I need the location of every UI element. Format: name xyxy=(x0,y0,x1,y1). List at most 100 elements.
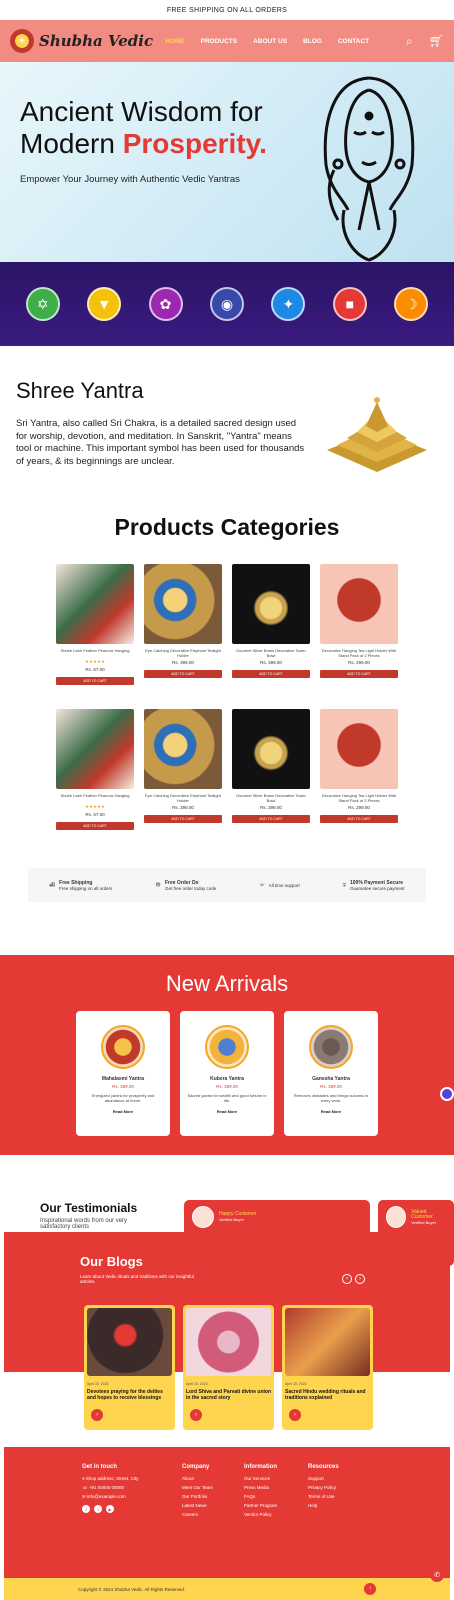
footer-phone[interactable]: +91 00000 00000 xyxy=(89,1485,124,1490)
categories-title: Products Categories xyxy=(114,514,340,540)
product-price: Rs. 299.00 xyxy=(348,660,370,665)
product-name: Gourmet Silver Brass Decorative Tower Bo… xyxy=(236,793,306,803)
footer-link[interactable]: Our Services xyxy=(244,1474,277,1483)
add-to-cart-button[interactable]: ADD TO CART xyxy=(144,815,222,823)
scroll-top-icon[interactable]: ↑ xyxy=(364,1583,376,1595)
facebook-icon[interactable]: f xyxy=(82,1505,90,1513)
add-to-cart-button[interactable]: ADD TO CART xyxy=(232,815,310,823)
phone-icon: ☏ xyxy=(82,1485,89,1490)
footer-link[interactable]: Press Media xyxy=(244,1483,277,1492)
announcement-bar: FREE SHIPPING ON ALL ORDERS xyxy=(0,0,454,20)
testimonial-name: Valued Customer xyxy=(411,1208,433,1220)
read-more-link[interactable]: Read More xyxy=(76,1109,170,1114)
chat-widget-icon[interactable] xyxy=(440,1087,454,1101)
support-icon: ☏ xyxy=(259,882,265,887)
crown-chakra-icon: ✿ xyxy=(148,287,183,321)
arrow-right-icon[interactable]: › xyxy=(190,1409,202,1421)
nav-home[interactable]: HOME xyxy=(165,38,185,45)
feature-text: Get free order today code xyxy=(164,885,217,891)
arrival-card[interactable]: Kubera Yantra Rs. 399.00 Sacred yantra for… xyxy=(180,1011,274,1136)
whatsapp-icon[interactable]: ✆ xyxy=(430,1568,444,1582)
footer-link[interactable]: Latest News xyxy=(182,1501,213,1510)
hero-banner: Ancient Wisdom for Modern Prosperity. Em… xyxy=(0,62,454,262)
blogs-title: Our Blogs xyxy=(80,1254,143,1269)
arrow-right-icon[interactable]: › xyxy=(289,1409,301,1421)
product-card[interactable]: Eye Catching Decorative Elephant Tealigh… xyxy=(144,564,222,709)
testimonials-subtitle: Inspirational words from our very satisf… xyxy=(40,1218,128,1230)
nav-icons: ⌕ 🛒︎ xyxy=(406,34,444,49)
footer-address: Shop address, Street, City xyxy=(85,1476,139,1481)
blog-title: Devotees praying for the deities and hop… xyxy=(87,1389,163,1401)
blogs-nav: ‹ › xyxy=(342,1274,365,1284)
footer-heading: Resources xyxy=(308,1464,339,1470)
arrival-card[interactable]: Ganesha Yantra Rs. 399.00 Removes obstacle… xyxy=(284,1011,378,1136)
blog-card[interactable]: April 15, 2024 Lord Shiva and Parvati div… xyxy=(183,1305,274,1430)
footer-link[interactable]: Help xyxy=(308,1501,339,1510)
next-arrow-icon[interactable]: › xyxy=(355,1274,365,1284)
read-more-link[interactable]: Read More xyxy=(180,1109,274,1114)
add-to-cart-button[interactable]: ADD TO CART xyxy=(144,670,222,678)
nav-contact[interactable]: CONTACT xyxy=(338,38,369,45)
footer-link[interactable]: Vendor Policy xyxy=(244,1510,277,1519)
footer-link[interactable]: Meet Our Team xyxy=(182,1483,213,1492)
page: FREE SHIPPING ON ALL ORDERS ☀ Shubha Ved… xyxy=(0,0,454,1600)
product-card[interactable]: Eye Catching Decorative Elephant Tealigh… xyxy=(144,709,222,854)
avatar xyxy=(192,1206,214,1228)
root-chakra-icon: ■ xyxy=(332,287,367,321)
footer-link[interactable]: Careers xyxy=(182,1510,213,1519)
product-card[interactable]: Decorative Hanging Tea Light Holder With… xyxy=(320,564,398,709)
twitter-icon[interactable]: t xyxy=(94,1505,102,1513)
truck-icon: 🚚︎ xyxy=(49,882,56,887)
product-card[interactable]: Gourmet Silver Brass Decorative Tower Bo… xyxy=(232,564,310,709)
product-card[interactable]: Decorative Hanging Tea Light Holder With… xyxy=(320,709,398,854)
nav-products[interactable]: PRODUCTS xyxy=(201,38,237,45)
feature-item: 🎁︎ Free Order Do Get free order today code xyxy=(155,880,216,891)
footer-contact: Get in touch ⌖ Shop address, Street, Cit… xyxy=(82,1463,138,1513)
footer-link[interactable]: Support xyxy=(308,1474,339,1483)
star-rating-icon: ★★★★★ xyxy=(84,804,106,809)
shree-yantra-image xyxy=(327,397,427,472)
footer-email[interactable]: info@example.com xyxy=(87,1494,126,1499)
arrow-right-icon[interactable]: › xyxy=(91,1409,103,1421)
product-card[interactable]: Shubh Labh Feather Peacock Hanging ★★★★★ R… xyxy=(56,709,134,854)
footer-link[interactable]: About xyxy=(182,1474,213,1483)
youtube-icon[interactable]: ▶ xyxy=(106,1505,114,1513)
product-image xyxy=(232,564,310,644)
product-card[interactable]: Gourmet Silver Brass Decorative Tower Bo… xyxy=(232,709,310,854)
logo[interactable]: ☀ Shubha Vedic xyxy=(10,29,153,53)
footer-heading: Information xyxy=(244,1464,277,1470)
add-to-cart-button[interactable]: ADD TO CART xyxy=(232,670,310,678)
product-card[interactable]: Shubh Labh Feather Peacock Hanging ★★★★★ R… xyxy=(56,564,134,709)
footer-link[interactable]: Our Portfolio xyxy=(182,1492,213,1501)
blog-card[interactable]: April 15, 2024 Devotees praying for the d… xyxy=(84,1305,175,1430)
arrival-card[interactable]: Mahalaxmi Yantra Rs. 399.00 Energized yant… xyxy=(76,1011,170,1136)
footer-company: Company About Meet Our Team Our Portfoli… xyxy=(182,1463,213,1519)
arrival-price: Rs. 399.00 xyxy=(320,1084,342,1089)
footer-link[interactable]: Terms of Use xyxy=(308,1492,339,1501)
footer-link[interactable]: Partner Program xyxy=(244,1501,277,1510)
footer-link[interactable]: Privacy Policy xyxy=(308,1483,339,1492)
add-to-cart-button[interactable]: ADD TO CART xyxy=(320,815,398,823)
blog-image xyxy=(186,1308,271,1376)
read-more-link[interactable]: Read More xyxy=(284,1109,378,1114)
add-to-cart-button[interactable]: ADD TO CART xyxy=(320,670,398,678)
feature-item: ☏ All time support xyxy=(259,882,300,888)
product-price: Rs. 67.00 xyxy=(85,667,105,672)
arrival-name: Mahalaxmi Yantra xyxy=(101,1076,145,1082)
product-image xyxy=(320,564,398,644)
blog-row: April 15, 2024 Devotees praying for the d… xyxy=(84,1305,373,1430)
blog-date: April 15, 2024 xyxy=(285,1382,307,1386)
prev-arrow-icon[interactable]: ‹ xyxy=(342,1274,352,1284)
product-price: Rs. 299.00 xyxy=(348,805,370,810)
add-to-cart-button[interactable]: ADD TO CART xyxy=(56,822,134,830)
cart-icon[interactable]: 🛒︎ xyxy=(429,34,444,49)
nav-blog[interactable]: BLOG xyxy=(303,38,322,45)
nav-about[interactable]: ABOUT US xyxy=(253,38,287,45)
logo-icon: ☀ xyxy=(10,29,34,53)
footer: Get in touch ⌖ Shop address, Street, Cit… xyxy=(4,1447,450,1600)
search-icon[interactable]: ⌕ xyxy=(406,34,413,49)
blog-card[interactable]: April 15, 2024 Sacred Hindu wedding ritua… xyxy=(282,1305,373,1430)
footer-link[interactable]: FAQs xyxy=(244,1492,277,1501)
footer-heading: Get in touch xyxy=(82,1464,117,1470)
add-to-cart-button[interactable]: ADD TO CART xyxy=(56,677,134,685)
